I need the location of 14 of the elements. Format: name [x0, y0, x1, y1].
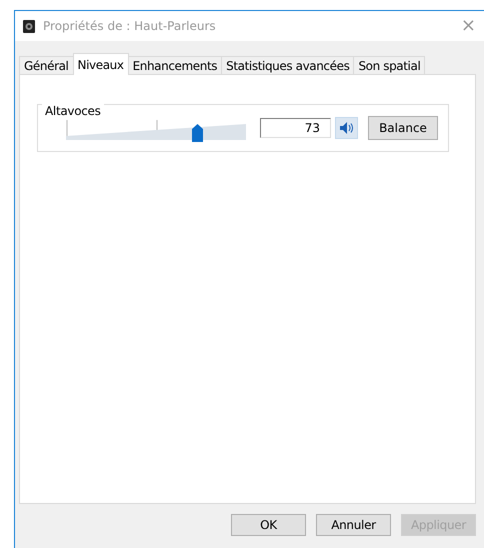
speaker-icon	[340, 122, 354, 134]
mute-button[interactable]	[335, 117, 358, 139]
tab[interactable]: Niveaux	[72, 53, 129, 75]
tab[interactable]: Son spatial	[353, 56, 426, 75]
volume-value-field[interactable]: 73	[260, 118, 331, 138]
dialog-button[interactable]: Annuler	[316, 514, 391, 536]
tab[interactable]: Statistiques avancées	[221, 56, 354, 75]
window-title: Propriétés de : Haut-Parleurs	[43, 19, 217, 33]
group-label: Altavoces	[42, 104, 104, 118]
dialog-button[interactable]: OK	[231, 514, 306, 536]
tab[interactable]: Général	[19, 56, 74, 75]
balance-button[interactable]: Balance	[368, 116, 438, 140]
speaker-icon	[23, 20, 36, 32]
slider-thumb[interactable]	[192, 124, 204, 142]
